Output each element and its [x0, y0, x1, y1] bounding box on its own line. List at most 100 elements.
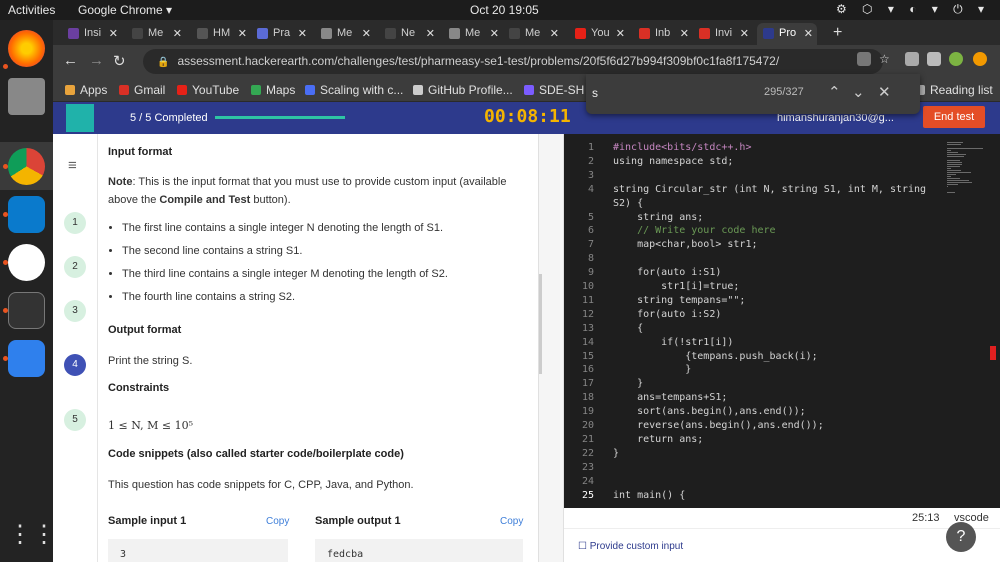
code-line[interactable]: using namespace std;	[613, 156, 733, 167]
tab-close-icon[interactable]: ✕	[362, 27, 371, 40]
profile-avatar[interactable]	[949, 52, 963, 66]
vscode-icon[interactable]	[8, 196, 45, 233]
forward-button[interactable]: →	[89, 52, 104, 69]
tab-close-icon[interactable]: ✕	[298, 27, 307, 40]
browser-tab[interactable]: Ne ✕	[379, 23, 439, 45]
browser-tab[interactable]: HM ✕	[191, 23, 251, 45]
url-bar[interactable]: 🔒 assessment.hackerearth.com/challenges/t…	[143, 49, 883, 74]
copy-output-button[interactable]: Copy	[500, 516, 523, 527]
update-icon[interactable]	[973, 52, 987, 66]
bookmark-item[interactable]: SDE-SH	[524, 83, 584, 97]
code-line[interactable]: reverse(ans.begin(),ans.end());	[613, 420, 824, 431]
bookmark-item[interactable]: Maps	[251, 83, 295, 97]
code-line[interactable]: string Circular_str (int N, string S1, i…	[613, 184, 926, 195]
tab-close-icon[interactable]: ✕	[804, 27, 813, 40]
code-line[interactable]: return ans;	[613, 434, 703, 445]
code-line[interactable]: {tempans.push_back(i);	[613, 351, 817, 362]
chrome-icon[interactable]	[8, 148, 45, 185]
pane-splitter[interactable]	[538, 134, 564, 562]
provide-custom-input[interactable]: ☐ Provide custom input	[578, 541, 683, 552]
bookmark-item[interactable]: Gmail	[119, 83, 165, 97]
code-line[interactable]: string tempans="";	[613, 295, 745, 306]
help-button[interactable]: ?	[946, 522, 976, 552]
browser-tab[interactable]: Invi ✕	[693, 23, 753, 45]
browser-tab[interactable]: Me ✕	[443, 23, 503, 45]
question-5[interactable]: 5	[64, 409, 86, 431]
bookmark-star-icon[interactable]: ☆	[879, 52, 893, 66]
code-line[interactable]: {	[613, 323, 643, 334]
find-input[interactable]: s	[592, 86, 598, 100]
show-apps-icon[interactable]: ⋮⋮	[8, 520, 56, 557]
line-number: 13	[581, 322, 594, 334]
browser-tab[interactable]: Pro ✕	[757, 23, 817, 45]
browser-tab[interactable]: Me ✕	[126, 23, 186, 45]
code-line[interactable]: map<char,bool> str1;	[613, 239, 757, 250]
tab-close-icon[interactable]: ✕	[680, 27, 689, 40]
code-line[interactable]: string ans;	[613, 212, 703, 223]
tab-close-icon[interactable]: ✕	[616, 27, 625, 40]
app-menu[interactable]: Google Chrome ▾	[78, 3, 172, 17]
code-editor[interactable]: 1 #include<bits/stdc++.h> 2 using namespace…	[564, 134, 1000, 508]
code-line[interactable]: }	[613, 448, 619, 459]
copy-input-button[interactable]: Copy	[266, 516, 289, 527]
question-1[interactable]: 1	[64, 212, 86, 234]
question-4[interactable]: 4	[64, 354, 86, 376]
extension-icon[interactable]	[905, 52, 919, 66]
bookmark-item[interactable]: Scaling with c...	[305, 83, 403, 97]
browser-tab[interactable]: Me ✕	[503, 23, 563, 45]
puzzle-icon[interactable]	[927, 52, 941, 66]
activities-button[interactable]: Activities	[8, 3, 55, 17]
find-next-icon[interactable]: ⌄	[852, 83, 865, 101]
tab-close-icon[interactable]: ✕	[490, 27, 499, 40]
code-line[interactable]: str1[i]=true;	[613, 281, 739, 292]
code-line[interactable]: }	[613, 364, 691, 375]
tab-close-icon[interactable]: ✕	[426, 27, 435, 40]
find-prev-icon[interactable]: ⌃	[828, 83, 841, 101]
question-2[interactable]: 2	[64, 256, 86, 278]
code-line[interactable]: // Write your code here	[613, 225, 775, 236]
find-close-icon[interactable]: ✕	[878, 83, 891, 101]
bookmark-item[interactable]: Apps	[65, 83, 107, 97]
tab-close-icon[interactable]: ✕	[740, 27, 749, 40]
editor-minimap[interactable]	[947, 142, 987, 202]
clock[interactable]: Oct 20 19:05	[470, 3, 539, 17]
files-icon[interactable]	[8, 78, 45, 115]
code-line[interactable]: #include<bits/stdc++.h>	[613, 142, 751, 153]
code-line[interactable]: for(auto i:S1)	[613, 267, 721, 278]
code-line[interactable]: for(auto i:S2)	[613, 309, 721, 320]
reload-button[interactable]: ↻	[113, 52, 126, 70]
calculator-icon[interactable]	[8, 340, 45, 377]
back-button[interactable]: ←	[63, 52, 78, 69]
bookmark-item[interactable]: GitHub Profile...	[413, 83, 513, 97]
slack-icon[interactable]	[8, 244, 45, 281]
terminal-icon[interactable]	[8, 292, 45, 329]
tab-label: Me	[465, 27, 481, 39]
code-line[interactable]: S2) {	[613, 198, 643, 209]
new-tab-button[interactable]: +	[833, 24, 842, 42]
bookmark-label: SDE-SH	[539, 83, 585, 97]
tab-close-icon[interactable]: ✕	[550, 27, 559, 40]
browser-tab[interactable]: Pra ✕	[251, 23, 311, 45]
system-tray[interactable]: ⚙ ⬡ ▾ ◐ ▾ ⏻ ▾	[836, 2, 990, 17]
browser-tab[interactable]: Inb ✕	[633, 23, 693, 45]
end-test-button[interactable]: End test	[923, 106, 985, 128]
menu-icon[interactable]: ≡	[68, 157, 77, 174]
browser-tab[interactable]: You ✕	[569, 23, 629, 45]
firefox-icon[interactable]	[8, 30, 45, 67]
problem-scrollbar[interactable]	[539, 274, 542, 374]
tab-close-icon[interactable]: ✕	[109, 27, 118, 40]
bookmark-item[interactable]: YouTube	[177, 83, 239, 97]
bookmark-item[interactable]: Reading list	[915, 83, 993, 97]
code-line[interactable]: }	[613, 378, 643, 389]
tab-close-icon[interactable]: ✕	[173, 27, 182, 40]
code-line[interactable]: int main() {	[613, 490, 685, 501]
minimap-line	[947, 180, 970, 181]
code-line[interactable]: sort(ans.begin(),ans.end());	[613, 406, 806, 417]
tab-close-icon[interactable]: ✕	[238, 27, 247, 40]
code-line[interactable]: if(!str1[i])	[613, 337, 733, 348]
code-line[interactable]: ans=tempans+S1;	[613, 392, 727, 403]
share-icon[interactable]	[857, 52, 871, 66]
browser-tab[interactable]: Insi ✕	[62, 23, 122, 45]
browser-tab[interactable]: Me ✕	[315, 23, 375, 45]
question-3[interactable]: 3	[64, 300, 86, 322]
